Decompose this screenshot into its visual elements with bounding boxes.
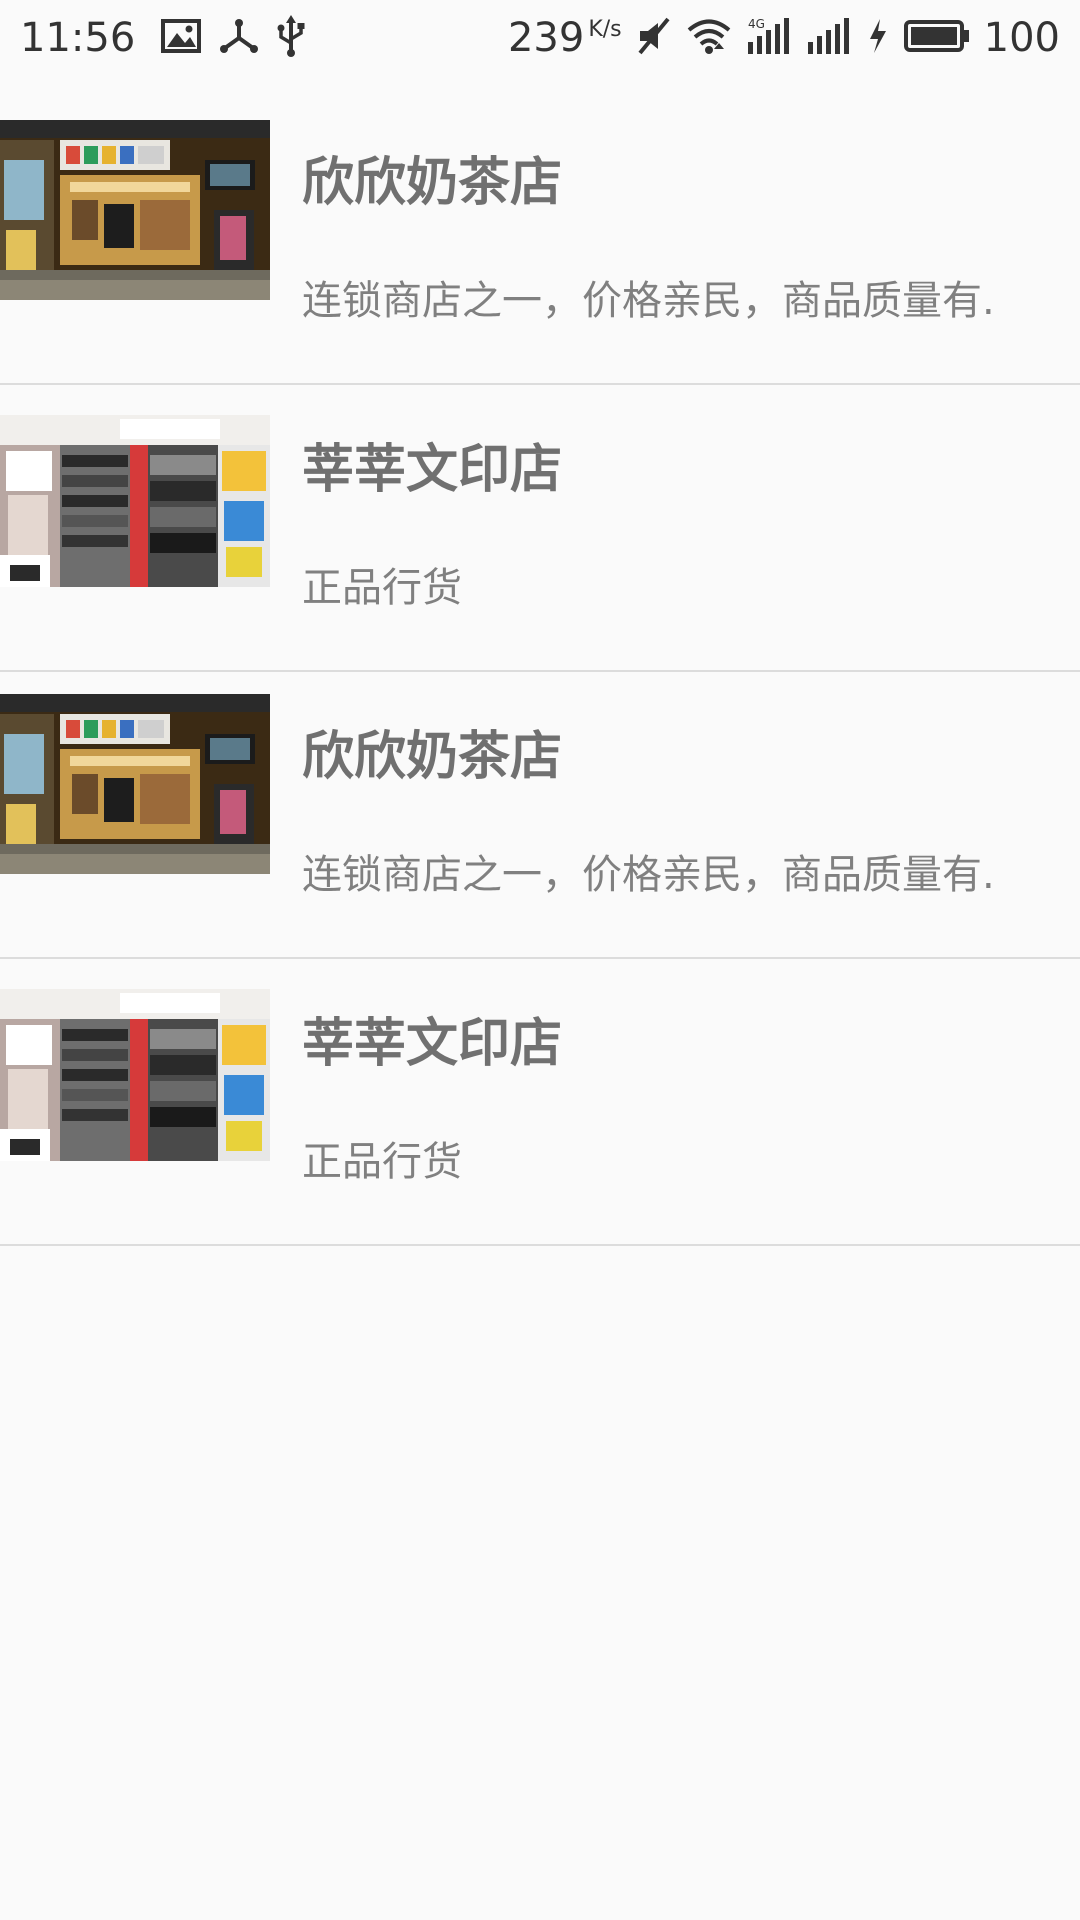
status-bar: 11:56 239 K/s 4G 100	[0, 0, 1080, 76]
shop-list: 欣欣奶茶店 连锁商店之一，价格亲民，商品质量有. 莘莘文印店 正品行货 欣欣奶茶…	[0, 98, 1080, 1246]
shop-thumbnail	[0, 120, 270, 300]
usb-icon	[277, 15, 305, 61]
list-item[interactable]: 欣欣奶茶店 连锁商店之一，价格亲民，商品质量有.	[0, 672, 1080, 959]
status-time: 11:56	[20, 15, 136, 61]
4g-signal-icon: 4G	[746, 16, 792, 60]
svg-text:4G: 4G	[748, 17, 765, 31]
battery-percent: 100	[983, 15, 1060, 61]
image-icon	[161, 19, 202, 57]
shop-thumbnail	[0, 989, 270, 1161]
list-item[interactable]: 莘莘文印店 正品行货	[0, 959, 1080, 1246]
network-speed: 239 K/s	[508, 15, 622, 61]
shop-thumbnail	[0, 415, 270, 587]
milk-tea-shop-photo	[0, 120, 270, 300]
mute-icon	[636, 17, 672, 59]
shop-description: 连锁商店之一，价格亲民，商品质量有.	[302, 852, 995, 898]
network-speed-value: 239	[507, 15, 585, 61]
shop-thumbnail	[0, 694, 270, 874]
shop-name: 欣欣奶茶店	[302, 153, 563, 213]
shop-name: 欣欣奶茶店	[302, 727, 563, 787]
list-item[interactable]: 莘莘文印店 正品行货	[0, 385, 1080, 672]
shop-description: 连锁商店之一，价格亲民，商品质量有.	[302, 278, 995, 324]
shop-name: 莘莘文印店	[302, 440, 563, 500]
shop-description: 正品行货	[302, 1139, 462, 1185]
network-speed-unit: K/s	[588, 17, 622, 42]
milk-tea-shop-photo	[0, 694, 270, 874]
stationery-shop-photo	[0, 415, 270, 587]
share-icon	[219, 18, 259, 58]
signal-icon	[806, 16, 852, 60]
charging-icon	[866, 17, 890, 59]
list-item[interactable]: 欣欣奶茶店 连锁商店之一，价格亲民，商品质量有.	[0, 98, 1080, 385]
shop-description: 正品行货	[302, 565, 462, 611]
shop-name: 莘莘文印店	[302, 1014, 563, 1074]
wifi-icon	[686, 17, 732, 59]
stationery-shop-photo	[0, 989, 270, 1161]
battery-icon	[903, 19, 970, 57]
